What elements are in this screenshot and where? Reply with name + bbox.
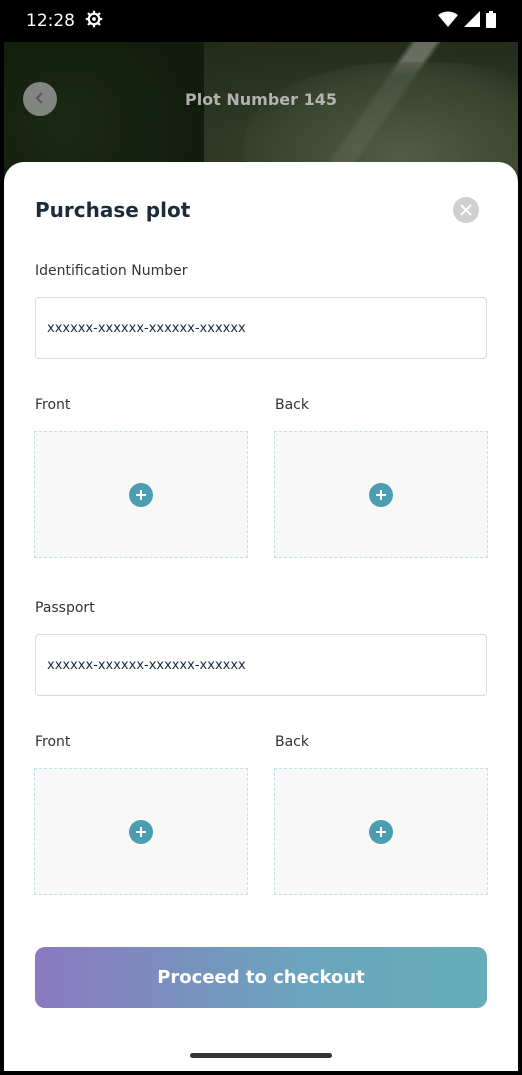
home-indicator[interactable] [190, 1053, 332, 1058]
add-icon [369, 482, 393, 507]
battery-icon [486, 10, 496, 32]
cellular-signal-icon [464, 11, 480, 31]
add-icon [369, 819, 393, 844]
status-left: 12:28 [26, 10, 103, 33]
passport-back-upload[interactable] [274, 768, 488, 895]
identification-front-label: Front [35, 397, 71, 413]
identification-back-upload[interactable] [274, 431, 488, 558]
identification-front-upload[interactable] [34, 431, 248, 558]
status-time: 12:28 [26, 11, 75, 31]
identification-input[interactable]: xxxxxx-xxxxxx-xxxxxx-xxxxxx [35, 297, 487, 359]
passport-input[interactable]: xxxxxx-xxxxxx-xxxxxx-xxxxxx [35, 634, 487, 696]
identification-label: Identification Number [35, 263, 188, 279]
close-button[interactable] [453, 197, 479, 223]
identification-back-label: Back [275, 397, 309, 413]
add-icon [129, 819, 153, 844]
wifi-icon [438, 11, 458, 31]
passport-back-label: Back [275, 734, 309, 750]
purchase-sheet: Purchase plot Identification Number xxxx… [4, 162, 518, 1071]
passport-front-upload[interactable] [34, 768, 248, 895]
status-bar: 12:28 [0, 0, 522, 42]
proceed-to-checkout-button[interactable]: Proceed to checkout [35, 947, 487, 1008]
settings-gear-icon [85, 10, 103, 33]
status-right [438, 10, 496, 32]
passport-front-label: Front [35, 734, 71, 750]
page-title: Plot Number 145 [184, 90, 338, 109]
add-icon [129, 482, 153, 507]
close-icon [460, 201, 472, 220]
passport-label: Passport [35, 600, 95, 616]
sheet-title: Purchase plot [35, 198, 191, 222]
